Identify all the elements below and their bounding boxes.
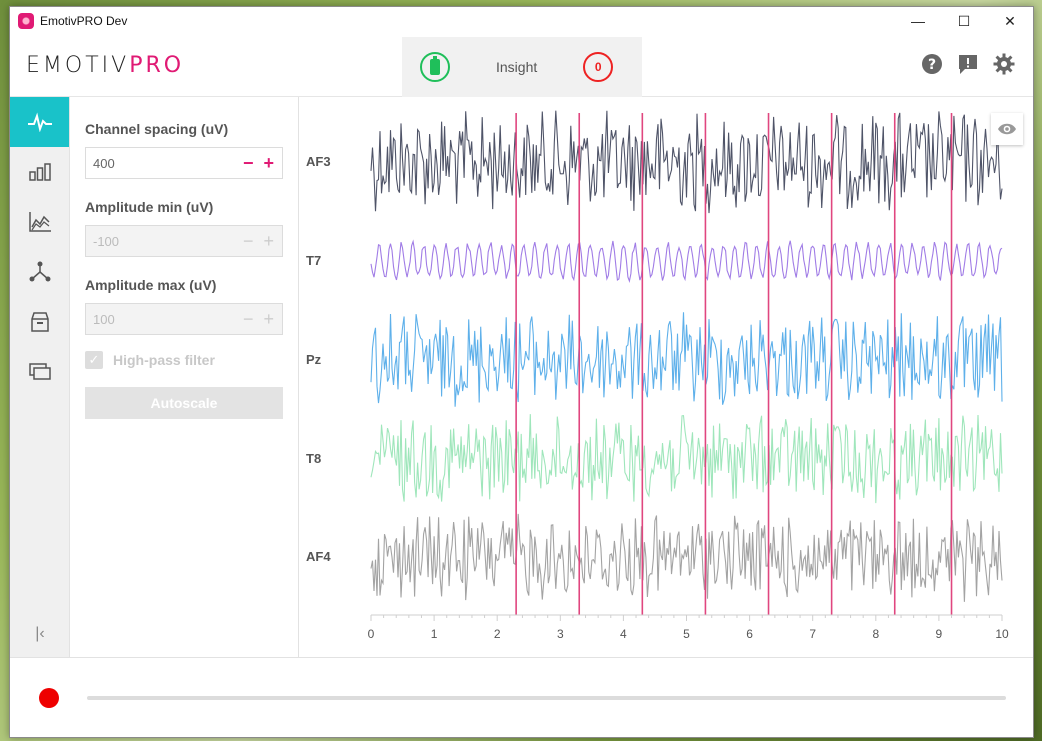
settings-gear-icon[interactable] — [993, 53, 1015, 75]
eeg-trace-t8 — [370, 414, 1003, 504]
channel-label-t8: T8 — [306, 451, 321, 466]
app-logo-icon — [18, 13, 34, 29]
eeg-trace-af3 — [370, 110, 1003, 214]
channel-label-t7: T7 — [306, 253, 321, 268]
x-tick-label: 8 — [872, 627, 879, 641]
timeline-track[interactable] — [87, 696, 1006, 700]
highpass-filter-checkbox[interactable]: ✓ — [85, 351, 103, 369]
device-name: Insight — [496, 59, 538, 75]
maximize-button[interactable]: ☐ — [941, 7, 987, 35]
decrease-spacing-button[interactable]: − — [243, 153, 254, 174]
network-icon[interactable] — [10, 247, 69, 297]
autoscale-button[interactable]: Autoscale — [85, 387, 283, 419]
logo-text-pro: PRO — [129, 53, 185, 78]
svg-text:?: ? — [928, 57, 936, 73]
channel-spacing-field[interactable]: 400 − + — [85, 147, 283, 179]
help-icon[interactable]: ? — [921, 53, 943, 75]
signal-quality-badge: 0 — [583, 52, 614, 82]
x-tick-label: 6 — [746, 627, 753, 641]
decrease-max-button[interactable]: − — [243, 309, 254, 330]
app-header: EMOTIVPRO Insight 0 ? — [10, 35, 1033, 97]
channel-spacing-label: Channel spacing (uV) — [85, 121, 229, 137]
amplitude-max-label: Amplitude max (uV) — [85, 277, 217, 293]
x-tick-label: 2 — [494, 627, 501, 641]
footer-bar — [10, 657, 1033, 737]
amplitude-min-placeholder: -100 — [93, 233, 120, 249]
increase-min-button[interactable]: + — [263, 231, 274, 252]
app-window: EmotivPRO Dev — ☐ ✕ EMOTIVPRO Insight 0 … — [9, 6, 1034, 738]
battery-icon — [420, 52, 450, 82]
x-tick-label: 5 — [683, 627, 690, 641]
highpass-filter-row[interactable]: ✓ High-pass filter — [85, 351, 283, 369]
eeg-trace-af4 — [370, 513, 1003, 602]
x-tick-label: 1 — [431, 627, 438, 641]
eeg-trace-t7 — [370, 239, 1003, 283]
device-status[interactable]: Insight 0 — [402, 37, 642, 97]
channel-spacing-value: 400 — [93, 155, 115, 171]
decrease-min-button[interactable]: − — [243, 231, 254, 252]
amplitude-max-placeholder: 100 — [93, 311, 115, 327]
x-tick-label: 7 — [809, 627, 816, 641]
eeg-waveform-icon[interactable] — [10, 97, 69, 147]
channel-label-af4: AF4 — [306, 549, 331, 564]
emotiv-logo: EMOTIVPRO — [26, 53, 184, 78]
amplitude-max-field[interactable]: 100 − + — [85, 303, 283, 335]
monitors-icon[interactable] — [10, 347, 69, 397]
x-tick-label: 3 — [557, 627, 564, 641]
close-button[interactable]: ✕ — [987, 7, 1033, 35]
x-tick-label: 10 — [995, 627, 1009, 641]
amplitude-min-field[interactable]: -100 − + — [85, 225, 283, 257]
logo-text-emotiv: EMOTIV — [26, 53, 130, 78]
channel-label-pz: Pz — [306, 352, 322, 367]
amplitude-min-label: Amplitude min (uV) — [85, 199, 214, 215]
sidebar: |‹ — [10, 97, 70, 657]
record-button[interactable] — [39, 688, 59, 708]
x-tick-label: 4 — [620, 627, 627, 641]
eeg-chart-svg: AF3 T7 Pz T8 AF4 0 1 2 3 4 5 6 7 8 9 10 — [306, 110, 1009, 641]
minimize-button[interactable]: — — [895, 7, 941, 35]
feedback-icon[interactable] — [957, 53, 979, 75]
collapse-left-icon[interactable]: |‹ — [10, 625, 70, 643]
channel-label-af3: AF3 — [306, 154, 331, 169]
archive-icon[interactable] — [10, 297, 69, 347]
x-tick-label: 0 — [368, 627, 375, 641]
settings-panel: Channel spacing (uV) 400 − + Amplitude m… — [70, 97, 299, 657]
window-title: EmotivPRO Dev — [40, 14, 128, 28]
eye-icon[interactable] — [991, 113, 1023, 145]
x-tick-label: 9 — [936, 627, 943, 641]
title-bar: EmotivPRO Dev — ☐ ✕ — [10, 7, 1033, 35]
highpass-filter-label: High-pass filter — [113, 352, 215, 368]
increase-spacing-button[interactable]: + — [263, 153, 274, 174]
line-chart-icon[interactable] — [10, 197, 69, 247]
eeg-chart: AF3 T7 Pz T8 AF4 0 1 2 3 4 5 6 7 8 9 10 — [300, 97, 1033, 657]
eeg-trace-pz — [370, 312, 1003, 407]
increase-max-button[interactable]: + — [263, 309, 274, 330]
bar-chart-icon[interactable] — [10, 147, 69, 197]
